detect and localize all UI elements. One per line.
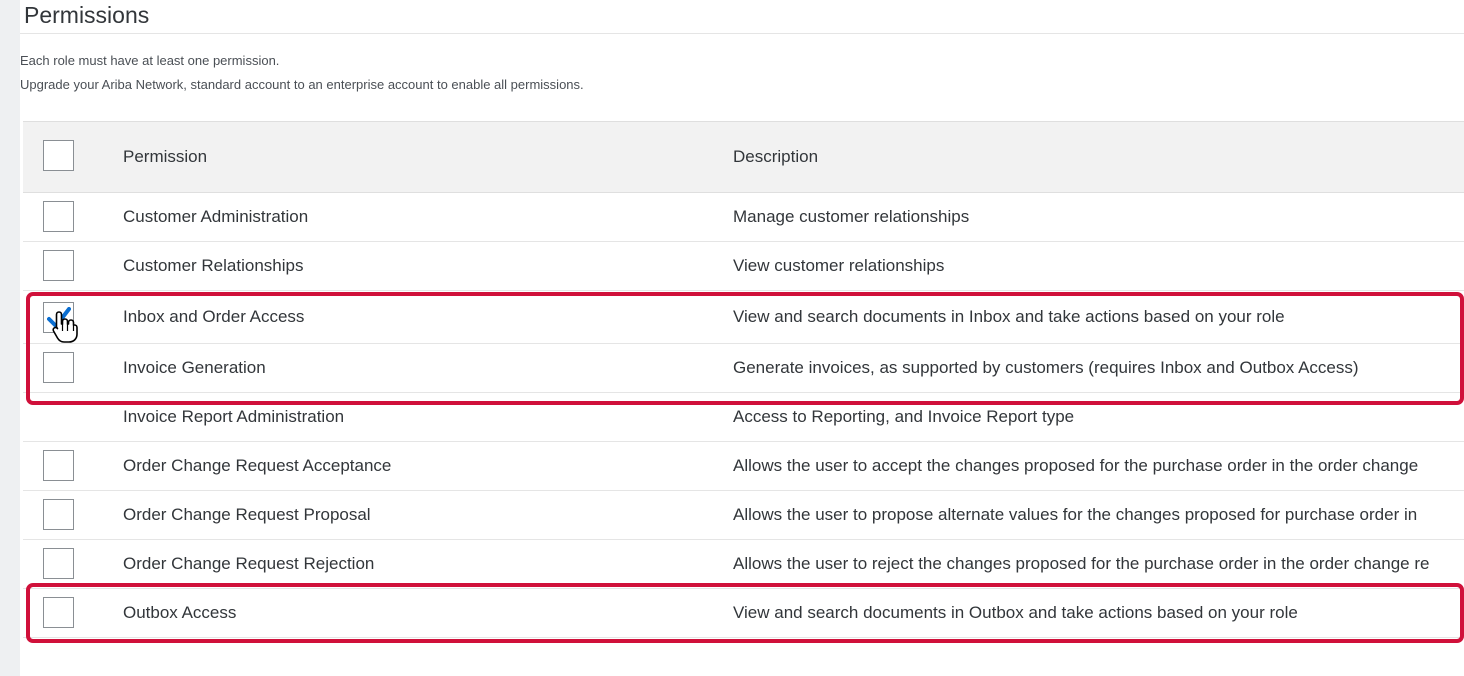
permission-name: Order Change Request Rejection: [123, 554, 375, 573]
row-checkbox[interactable]: [43, 548, 74, 579]
permission-description: Access to Reporting, and Invoice Report …: [733, 407, 1075, 426]
row-checkbox[interactable]: [43, 250, 74, 281]
info-text-upgrade-note: Upgrade your Ariba Network, standard acc…: [20, 77, 584, 92]
title-divider: [20, 33, 1464, 34]
table-row: Invoice Report Administration Access to …: [23, 393, 1464, 442]
select-all-checkbox[interactable]: [43, 140, 74, 171]
table-row: Order Change Request Proposal Allows the…: [23, 491, 1464, 540]
permission-description: Allows the user to propose alternate val…: [733, 505, 1418, 524]
permission-description: Generate invoices, as supported by custo…: [733, 358, 1359, 377]
permissions-table: Permission Description Customer Administ…: [23, 121, 1464, 638]
permission-name: Invoice Report Administration: [123, 407, 345, 426]
permission-description: View customer relationships: [733, 256, 945, 275]
table-row: Customer Relationships View customer rel…: [23, 242, 1464, 291]
row-checkbox[interactable]: [43, 499, 74, 530]
permission-name: Customer Administration: [123, 207, 309, 226]
checkmark-icon: [47, 307, 71, 328]
permission-description: Allows the user to accept the changes pr…: [733, 456, 1419, 475]
column-header-description[interactable]: Description: [733, 147, 1464, 167]
left-gutter: [0, 0, 20, 676]
row-checkbox[interactable]: [43, 597, 74, 628]
column-header-permission[interactable]: Permission: [123, 147, 207, 167]
permission-name: Invoice Generation: [123, 358, 266, 377]
row-checkbox-checked[interactable]: [43, 302, 74, 333]
permission-name: Inbox and Order Access: [123, 307, 305, 326]
table-row: Order Change Request Rejection Allows th…: [23, 540, 1464, 589]
table-row: Invoice Generation Generate invoices, as…: [23, 344, 1464, 393]
permission-description: View and search documents in Inbox and t…: [733, 307, 1285, 326]
permission-description: Manage customer relationships: [733, 207, 970, 226]
permission-name: Customer Relationships: [123, 256, 304, 275]
info-text-permission-rule: Each role must have at least one permiss…: [20, 53, 280, 68]
permission-description: Allows the user to reject the changes pr…: [733, 554, 1430, 573]
table-row: Order Change Request Acceptance Allows t…: [23, 442, 1464, 491]
table-row: Outbox Access View and search documents …: [23, 589, 1464, 638]
permission-name: Order Change Request Proposal: [123, 505, 371, 524]
table-header: Permission Description: [23, 121, 1464, 193]
row-checkbox[interactable]: [43, 352, 74, 383]
table-row: Customer Administration Manage customer …: [23, 193, 1464, 242]
permission-name: Order Change Request Acceptance: [123, 456, 392, 475]
row-checkbox[interactable]: [43, 201, 74, 232]
table-row: Inbox and Order Access View and search d…: [23, 291, 1464, 344]
row-checkbox[interactable]: [43, 450, 74, 481]
page-title: Permissions: [24, 2, 150, 28]
permissions-section: Permissions Each role must have at least…: [20, 0, 1464, 676]
permission-description: View and search documents in Outbox and …: [733, 603, 1298, 622]
permission-name: Outbox Access: [123, 603, 237, 622]
